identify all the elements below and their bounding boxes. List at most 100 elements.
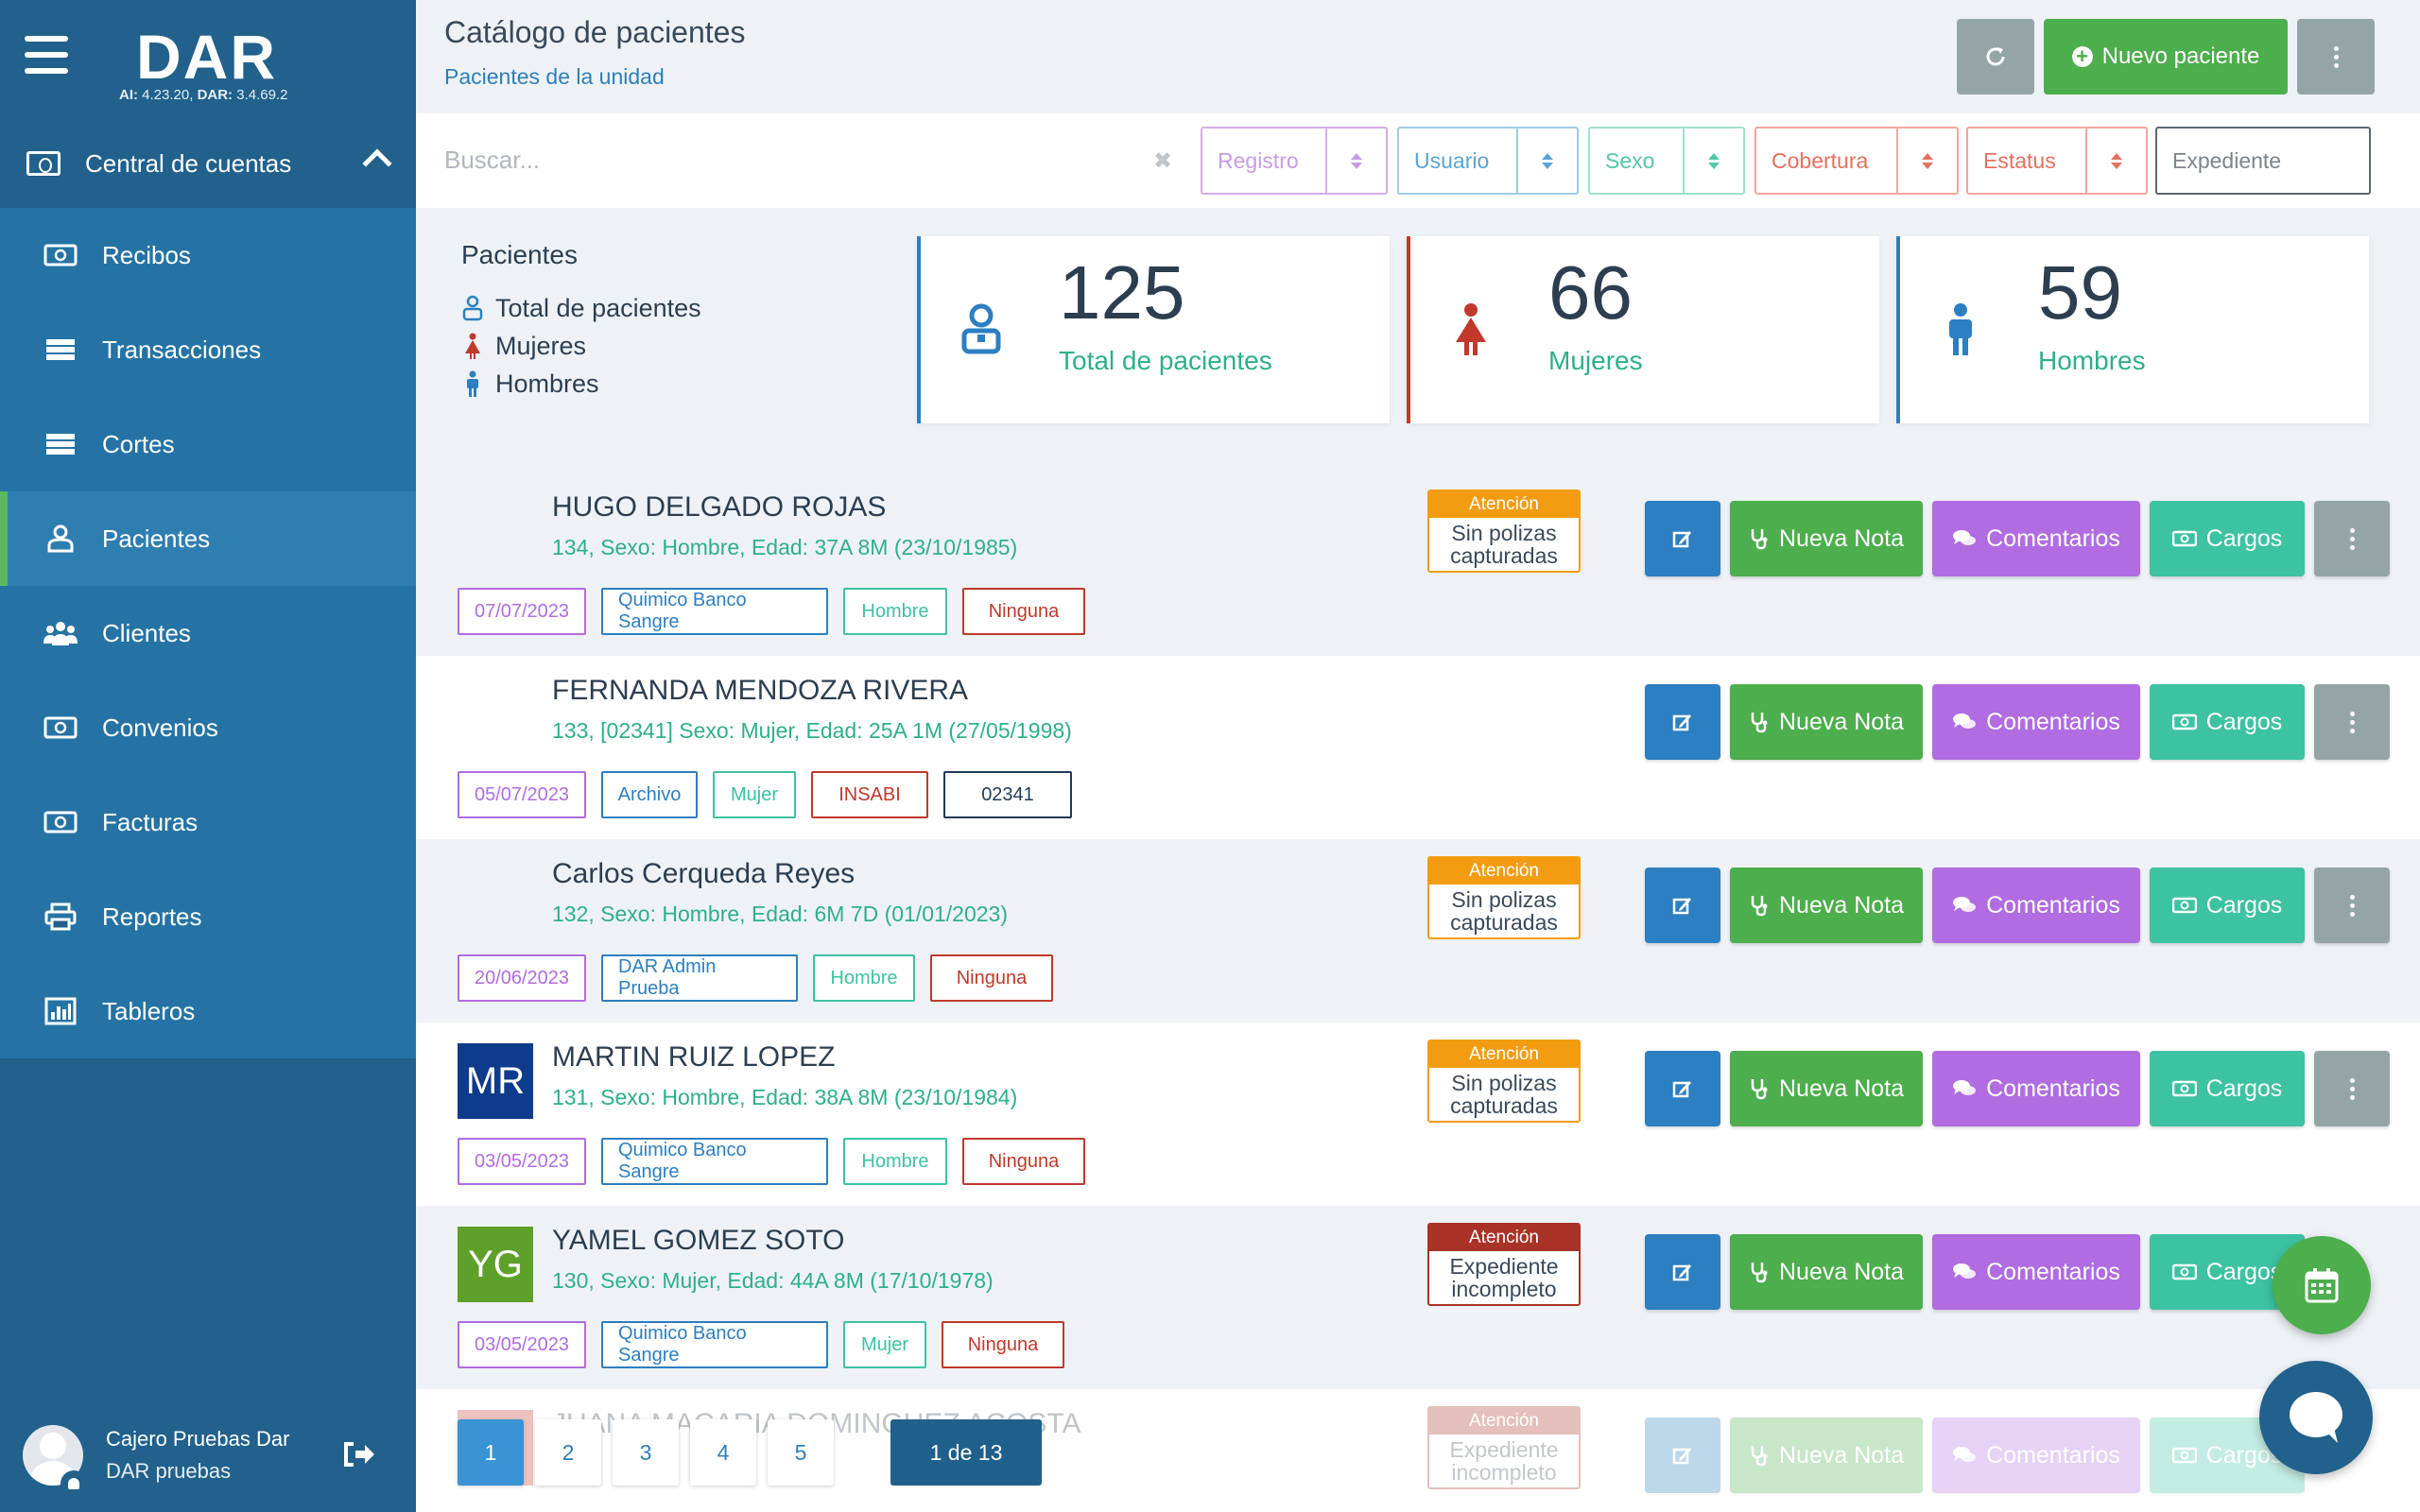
filter-estatus[interactable]: Estatus	[1966, 127, 2148, 195]
patient-name[interactable]: HUGO DELGADO ROJAS	[552, 491, 886, 524]
chat-fab[interactable]	[2259, 1361, 2373, 1474]
sidebar-item-label: Transacciones	[102, 335, 262, 364]
new-note-button[interactable]: Nueva Nota	[1730, 501, 1923, 576]
print-icon	[43, 902, 78, 931]
tag-usuario: Quimico Banco Sangre	[601, 1138, 828, 1185]
row-more-button[interactable]	[2314, 868, 2390, 943]
page-button[interactable]: 4	[690, 1419, 756, 1486]
page-subtitle[interactable]: Pacientes de la unidad	[444, 64, 665, 90]
stat-value-mujeres: 66	[1548, 250, 1633, 335]
comments-icon	[1953, 1263, 1977, 1279]
comments-button[interactable]: Comentarios	[1932, 1418, 2140, 1493]
charges-button[interactable]: Cargos	[2150, 684, 2305, 760]
edit-button[interactable]	[1645, 684, 1720, 760]
comments-button[interactable]: Comentarios	[1932, 1051, 2140, 1126]
chevron-up-icon[interactable]	[362, 148, 392, 179]
sidebar-item-tableros[interactable]: Tableros	[0, 964, 416, 1058]
money-icon	[26, 151, 60, 176]
stat-label-mujeres: Mujeres	[1548, 346, 1643, 375]
edit-button[interactable]	[1645, 501, 1720, 576]
plus-circle-icon: +	[2071, 46, 2093, 67]
user-info: Cajero Pruebas Dar DAR pruebas	[106, 1427, 289, 1484]
sidebar-item-cortes[interactable]: Cortes	[0, 397, 416, 491]
sidebar-item-label: Cortes	[102, 429, 175, 458]
tag-sexo: Hombre	[843, 1138, 947, 1185]
new-note-button[interactable]: Nueva Nota	[1730, 1234, 1923, 1310]
patient-name[interactable]: Carlos Cerqueda Reyes	[552, 858, 855, 890]
tag-usuario: Quimico Banco Sangre	[601, 1321, 828, 1368]
sidebar-item-label: Reportes	[102, 902, 202, 931]
comments-button[interactable]: Comentarios	[1932, 868, 2140, 943]
money-icon	[2171, 713, 2197, 730]
row-actions: Nueva Nota Comentarios Cargos	[1645, 684, 2390, 760]
sidebar-item-transacciones[interactable]: Transacciones	[0, 302, 416, 397]
charges-button[interactable]: Cargos	[2150, 1051, 2305, 1126]
comments-button[interactable]: Comentarios	[1932, 501, 2140, 576]
sidebar-item-reportes[interactable]: Reportes	[0, 869, 416, 964]
users-icon	[43, 619, 78, 647]
edit-button[interactable]	[1645, 1418, 1720, 1493]
sidebar-item-label: Clientes	[102, 618, 191, 647]
row-actions: Nueva Nota Comentarios Cargos	[1645, 1234, 2305, 1310]
charges-button[interactable]: Cargos	[2150, 501, 2305, 576]
filter-sexo[interactable]: Sexo	[1588, 127, 1745, 195]
tag-fecha: 03/05/2023	[458, 1138, 586, 1185]
page-header: Catálogo de pacientes Pacientes de la un…	[416, 0, 2420, 113]
new-patient-button[interactable]: + Nuevo paciente	[2044, 19, 2288, 94]
attention-badge: Atención Expediente incompleto	[1427, 1406, 1581, 1489]
patient-row: Carlos Cerqueda Reyes 132, Sexo: Hombre,…	[416, 839, 2420, 1022]
charges-button[interactable]: Cargos	[2150, 868, 2305, 943]
filter-bar: Buscar... ✖ Registro Usuario Sexo Cobert…	[416, 113, 2420, 208]
expediente-input[interactable]: Expediente	[2155, 127, 2371, 195]
page-button[interactable]: 3	[613, 1419, 679, 1486]
search-input[interactable]: Buscar...	[444, 146, 540, 175]
hamburger-menu-icon[interactable]	[25, 36, 68, 74]
sidebar-section-central-cuentas[interactable]: Central de cuentas	[0, 121, 416, 206]
new-note-button[interactable]: Nueva Nota	[1730, 1418, 1923, 1493]
comments-button[interactable]: Comentarios	[1932, 684, 2140, 760]
page-button[interactable]: 1	[458, 1419, 524, 1486]
stethoscope-icon	[1751, 529, 1768, 550]
edit-button[interactable]	[1645, 1051, 1720, 1126]
patient-icon	[961, 303, 1001, 354]
calendar-fab[interactable]	[2273, 1236, 2371, 1334]
patient-name[interactable]: FERNANDA MENDOZA RIVERA	[552, 675, 968, 707]
attention-badge: Atención Sin polizas capturadas	[1427, 490, 1581, 573]
edit-button[interactable]	[1645, 868, 1720, 943]
patient-name[interactable]: YAMEL GOMEZ SOTO	[552, 1225, 845, 1257]
tag-fecha: 03/05/2023	[458, 1321, 586, 1368]
new-note-button[interactable]: Nueva Nota	[1730, 684, 1923, 760]
sidebar-item-facturas[interactable]: Facturas	[0, 775, 416, 869]
patient-name[interactable]: MARTIN RUIZ LOPEZ	[552, 1041, 835, 1074]
user-panel: Cajero Pruebas Dar DAR pruebas	[0, 1399, 416, 1512]
sidebar-item-label: Facturas	[102, 807, 199, 836]
sidebar-item-recibos[interactable]: Recibos	[0, 208, 416, 302]
row-more-button[interactable]	[2314, 684, 2390, 760]
sidebar-item-convenios[interactable]: Convenios	[0, 680, 416, 775]
page-button[interactable]: 2	[535, 1419, 601, 1486]
page-button[interactable]: 5	[768, 1419, 834, 1486]
sidebar-item-pacientes[interactable]: Pacientes	[0, 491, 416, 586]
row-more-button[interactable]	[2314, 501, 2390, 576]
sidebar: DAR AI: 4.23.20, DAR: 3.4.69.2 Central d…	[0, 0, 416, 1512]
filter-usuario[interactable]: Usuario	[1397, 127, 1579, 195]
patient-details: 132, Sexo: Hombre, Edad: 6M 7D (01/01/20…	[552, 902, 1009, 926]
stat-label-hombres: Hombres	[2038, 346, 2146, 375]
row-more-button[interactable]	[2314, 1051, 2390, 1126]
new-note-button[interactable]: Nueva Nota	[1730, 1051, 1923, 1126]
comments-icon	[1953, 530, 1977, 545]
more-options-button[interactable]	[2297, 19, 2375, 94]
filter-cobertura[interactable]: Cobertura	[1754, 127, 1959, 195]
bell-icon[interactable]	[60, 1470, 87, 1497]
clear-icon[interactable]: ✖	[1153, 147, 1172, 175]
sidebar-item-clientes[interactable]: Clientes	[0, 586, 416, 680]
logout-icon[interactable]	[342, 1440, 376, 1469]
comments-button[interactable]: Comentarios	[1932, 1234, 2140, 1310]
tag-usuario: DAR Admin Prueba	[601, 954, 798, 1002]
filter-registro[interactable]: Registro	[1201, 127, 1388, 195]
edit-icon	[1672, 1448, 1691, 1465]
refresh-button[interactable]	[1957, 19, 2034, 94]
new-note-button[interactable]: Nueva Nota	[1730, 868, 1923, 943]
patient-tags: 05/07/2023 Archivo Mujer INSABI 02341	[458, 771, 1072, 818]
edit-button[interactable]	[1645, 1234, 1720, 1310]
